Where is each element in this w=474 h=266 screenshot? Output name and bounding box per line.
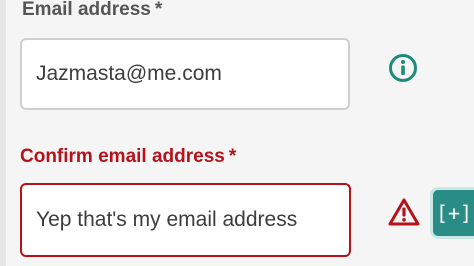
confirm-email-field-value: Yep that's my email address xyxy=(36,208,298,231)
email-label: Email address * xyxy=(22,0,162,21)
email-required-marker: * xyxy=(154,0,163,20)
email-field[interactable]: Jazmasta@me.com xyxy=(20,38,350,110)
email-field-value: Jazmasta@me.com xyxy=(36,62,222,85)
expand-button[interactable]: [+] xyxy=(430,187,474,239)
left-divider xyxy=(0,0,6,266)
expand-button-label: [+] xyxy=(435,201,473,225)
confirm-email-label: Confirm email address * xyxy=(20,146,236,168)
confirm-email-field[interactable]: Yep that's my email address xyxy=(20,183,351,257)
warning-triangle-icon xyxy=(388,198,420,226)
form-page: Email address * Jazmasta@me.com Confirm e… xyxy=(0,0,474,266)
confirm-email-required-marker: * xyxy=(228,146,237,167)
info-circle-icon[interactable] xyxy=(388,53,418,83)
confirm-email-label-text: Confirm email address xyxy=(20,146,225,167)
email-label-text: Email address xyxy=(22,0,151,20)
